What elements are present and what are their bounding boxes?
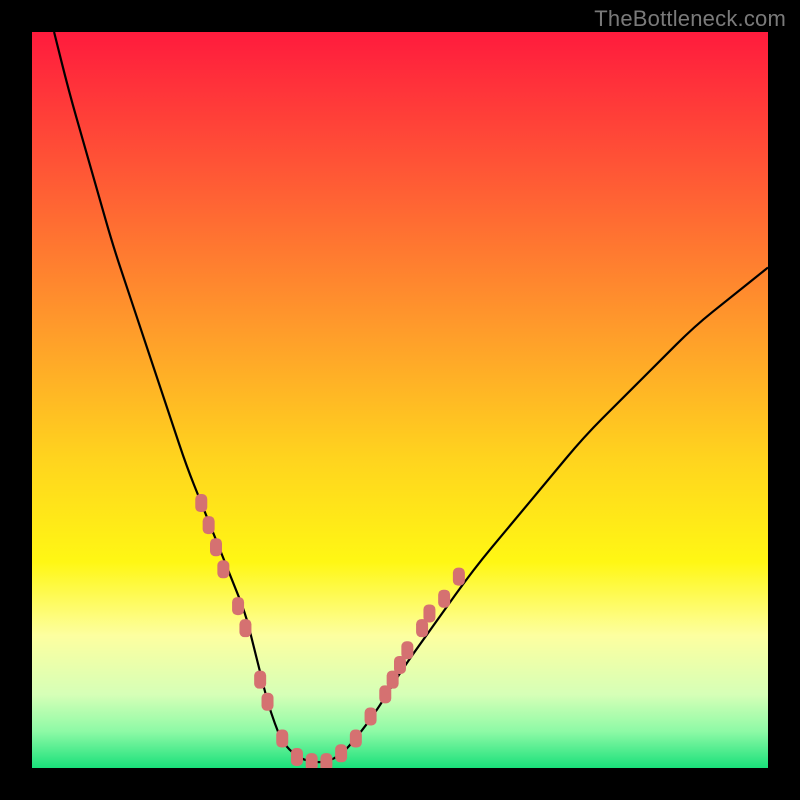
highlight-dot bbox=[195, 494, 207, 512]
highlight-dot bbox=[217, 560, 229, 578]
highlight-dot bbox=[423, 604, 435, 622]
highlight-dot bbox=[232, 597, 244, 615]
highlight-dot bbox=[335, 744, 347, 762]
highlight-dot bbox=[320, 753, 332, 768]
highlight-dot bbox=[276, 730, 288, 748]
highlight-dot bbox=[210, 538, 222, 556]
watermark-text: TheBottleneck.com bbox=[594, 6, 786, 32]
highlight-dot bbox=[262, 693, 274, 711]
highlight-dot bbox=[291, 748, 303, 766]
highlight-dot bbox=[350, 730, 362, 748]
highlight-dot bbox=[203, 516, 215, 534]
chart-frame: TheBottleneck.com bbox=[0, 0, 800, 800]
highlight-dot bbox=[401, 641, 413, 659]
highlight-dot bbox=[306, 753, 318, 768]
highlight-dot bbox=[453, 568, 465, 586]
highlight-dot bbox=[438, 590, 450, 608]
highlight-dot bbox=[239, 619, 251, 637]
plot-area bbox=[32, 32, 768, 768]
curve-layer bbox=[32, 32, 768, 768]
highlight-dot bbox=[254, 671, 266, 689]
highlight-dots bbox=[195, 494, 465, 768]
highlight-dot bbox=[365, 707, 377, 725]
